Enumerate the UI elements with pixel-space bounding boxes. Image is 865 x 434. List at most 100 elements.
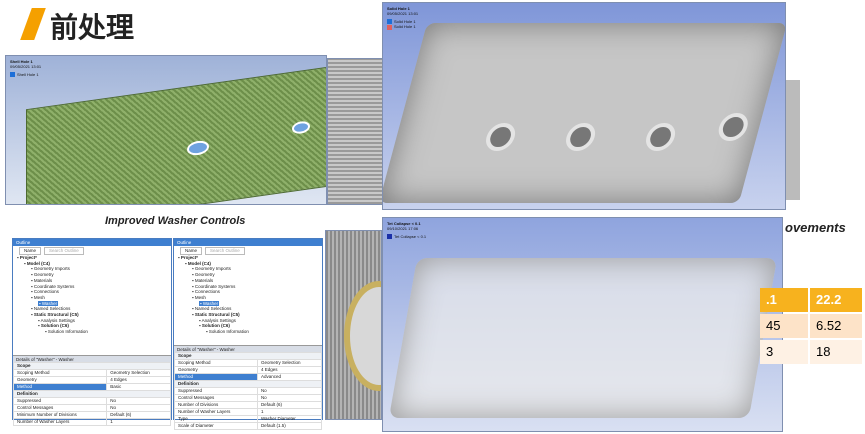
details-row[interactable]: Type Washer Diameter [174, 415, 323, 423]
shell-mesh-screenshot: Shell Hole 1 09/05/2021 13:01 Shell Hole … [5, 55, 327, 205]
details-key: Suppressed [12, 397, 108, 405]
details-key: Geometry [174, 366, 258, 374]
details-value[interactable]: Washer Diameter [256, 415, 323, 423]
details-row[interactable]: Control Messages No [12, 404, 171, 412]
viewport-label: Tet Collapse < 0.1 09/10/2021 17:06 Tet C… [387, 221, 427, 240]
details-row[interactable]: Scoping Method Geometry Selection [174, 359, 323, 367]
details-row[interactable]: Geometry 4 Edges [12, 376, 171, 384]
search-outline-input[interactable]: Search Outline [44, 246, 84, 255]
details-row[interactable]: Geometry 4 Edges [174, 366, 323, 374]
table-cell: 3 [760, 340, 808, 364]
name-filter-dropdown[interactable]: Name [180, 246, 203, 255]
details-row[interactable]: Method Basic [12, 383, 171, 391]
details-row[interactable]: Method Advanced [174, 373, 323, 381]
details-row[interactable]: Minimum Number of Divisions Default (6) [12, 411, 171, 419]
details-value[interactable]: Basic [106, 383, 171, 391]
details-key: Geometry [12, 376, 108, 384]
details-key: Number of Divisions [174, 401, 258, 409]
caption-washer-controls: Improved Washer Controls [105, 215, 246, 227]
details-key: Definition [13, 390, 171, 398]
outline-tree: ▪ Project* ▪ Model (C4) ▪ Geometry Imports… [174, 255, 322, 345]
details-value[interactable]: Geometry Selection [256, 359, 323, 367]
viewport-label: Solid Hole 1 09/05/2021 13:01 Solid Hole … [387, 6, 419, 30]
details-value[interactable]: No [256, 394, 323, 402]
tree-item[interactable]: ▪ Mesh [192, 295, 206, 300]
tree-item[interactable]: ▪ Materials [192, 278, 213, 283]
details-value[interactable]: No [106, 404, 171, 412]
details-value[interactable]: Default (6) [106, 411, 171, 419]
details-table: Scope Scoping Method Geometry Selection Geo… [12, 362, 171, 426]
tree-item[interactable]: ▪ Model (C4) [185, 261, 211, 266]
details-row[interactable]: Scope [13, 362, 171, 370]
tree-item[interactable]: ▪ Geometry [192, 272, 215, 277]
details-row[interactable]: Number of Divisions Default (6) [174, 401, 323, 409]
tree-item[interactable]: ▪ Project* [178, 255, 198, 260]
tree-item[interactable]: ▪ Named Selections [31, 306, 70, 311]
table-cell: 6.52 [810, 314, 862, 338]
details-value[interactable]: Advanced [256, 373, 323, 381]
tree-item[interactable]: ▪ Geometry [31, 272, 54, 277]
details-value[interactable]: Geometry Selection [106, 369, 171, 377]
details-key: Number of Washer Layers [174, 408, 258, 416]
tree-item[interactable]: ▪ Connections [31, 289, 59, 294]
tree-item[interactable]: ▪ Washer [199, 300, 220, 306]
tree-item[interactable]: ▪ Named Selections [192, 306, 231, 311]
tree-item[interactable]: ▪ Washer [38, 300, 59, 306]
details-value[interactable]: 4 Edges [106, 376, 171, 384]
tree-item[interactable]: ▪ Mesh [31, 295, 45, 300]
washer-hole [187, 139, 209, 157]
details-value[interactable]: 1 [106, 418, 171, 426]
tree-item[interactable]: ▪ Static Structural (C5) [192, 312, 240, 317]
details-key: Scope [13, 362, 171, 370]
search-outline-input[interactable]: Search Outline [205, 246, 245, 255]
details-row[interactable]: Control Messages No [174, 394, 323, 402]
details-key: Minimum Number of Divisions [12, 411, 108, 419]
tree-item[interactable]: ▪ Solution (C6) [38, 323, 69, 328]
tree-item[interactable]: ▪ Model (C4) [24, 261, 50, 266]
details-key: Scoping Method [12, 369, 108, 377]
details-row[interactable]: Number of Washer Layers 1 [174, 408, 323, 416]
title-accent-slash [20, 8, 46, 40]
washer-hole [292, 120, 310, 135]
details-row[interactable]: Scoping Method Geometry Selection [12, 369, 171, 377]
outline-tree: ▪ Project* ▪ Model (C4) ▪ Geometry Imports… [13, 255, 171, 355]
table-cell: 22.2 [810, 288, 862, 312]
outline-panel-advanced: Outline Name Search Outline ▪ Project* ▪ M… [173, 238, 323, 430]
details-value[interactable]: Default (1.5) [256, 422, 323, 430]
tree-item[interactable]: ▪ Coordinate Systems [31, 284, 74, 289]
details-key: Scoping Method [174, 359, 258, 367]
details-value[interactable]: No [256, 387, 323, 395]
details-value[interactable]: 4 Edges [256, 366, 323, 374]
tree-item[interactable]: ▪ Analysis Settings [199, 318, 236, 323]
details-row[interactable]: Definition [174, 380, 322, 388]
slide-title: 前处理 [50, 11, 135, 44]
details-value[interactable]: 1 [256, 408, 323, 416]
details-row[interactable]: Suppressed No [174, 387, 323, 395]
details-row[interactable]: Number of Washer Layers 1 [12, 418, 171, 426]
tree-item[interactable]: ▪ Project* [17, 255, 37, 260]
tree-item[interactable]: ▪ Materials [31, 278, 52, 283]
tet-collapse-screenshot: Tet Collapse < 0.1 09/10/2021 17:06 Tet C… [382, 217, 783, 432]
details-key: Scale of Diameter [174, 422, 258, 430]
tree-item[interactable]: ▪ Static Structural (C5) [31, 312, 79, 317]
tree-item[interactable]: ▪ Geometry Imports [31, 266, 70, 271]
tree-item[interactable]: ▪ Connections [192, 289, 220, 294]
tree-item[interactable]: ▪ Solution Information [206, 329, 249, 334]
details-row[interactable]: Definition [13, 390, 171, 398]
details-row[interactable]: Suppressed No [12, 397, 171, 405]
tree-item[interactable]: ▪ Analysis Settings [38, 318, 75, 323]
details-key: Type [174, 415, 258, 423]
name-filter-dropdown[interactable]: Name [19, 246, 42, 255]
table-cell: 45 [760, 314, 808, 338]
tree-item[interactable]: ▪ Solution Information [45, 329, 88, 334]
details-value[interactable]: Default (6) [256, 401, 323, 409]
tree-item[interactable]: ▪ Solution (C6) [199, 323, 230, 328]
table-cell: .1 [760, 288, 808, 312]
details-value[interactable]: No [106, 397, 171, 405]
tree-item[interactable]: ▪ Geometry Imports [192, 266, 231, 271]
details-row[interactable]: Scale of Diameter Default (1.5) [174, 422, 323, 430]
background-image-partial [786, 80, 800, 200]
tree-item[interactable]: ▪ Coordinate Systems [192, 284, 235, 289]
details-row[interactable]: Scope [174, 352, 322, 360]
details-key: Suppressed [174, 387, 258, 395]
